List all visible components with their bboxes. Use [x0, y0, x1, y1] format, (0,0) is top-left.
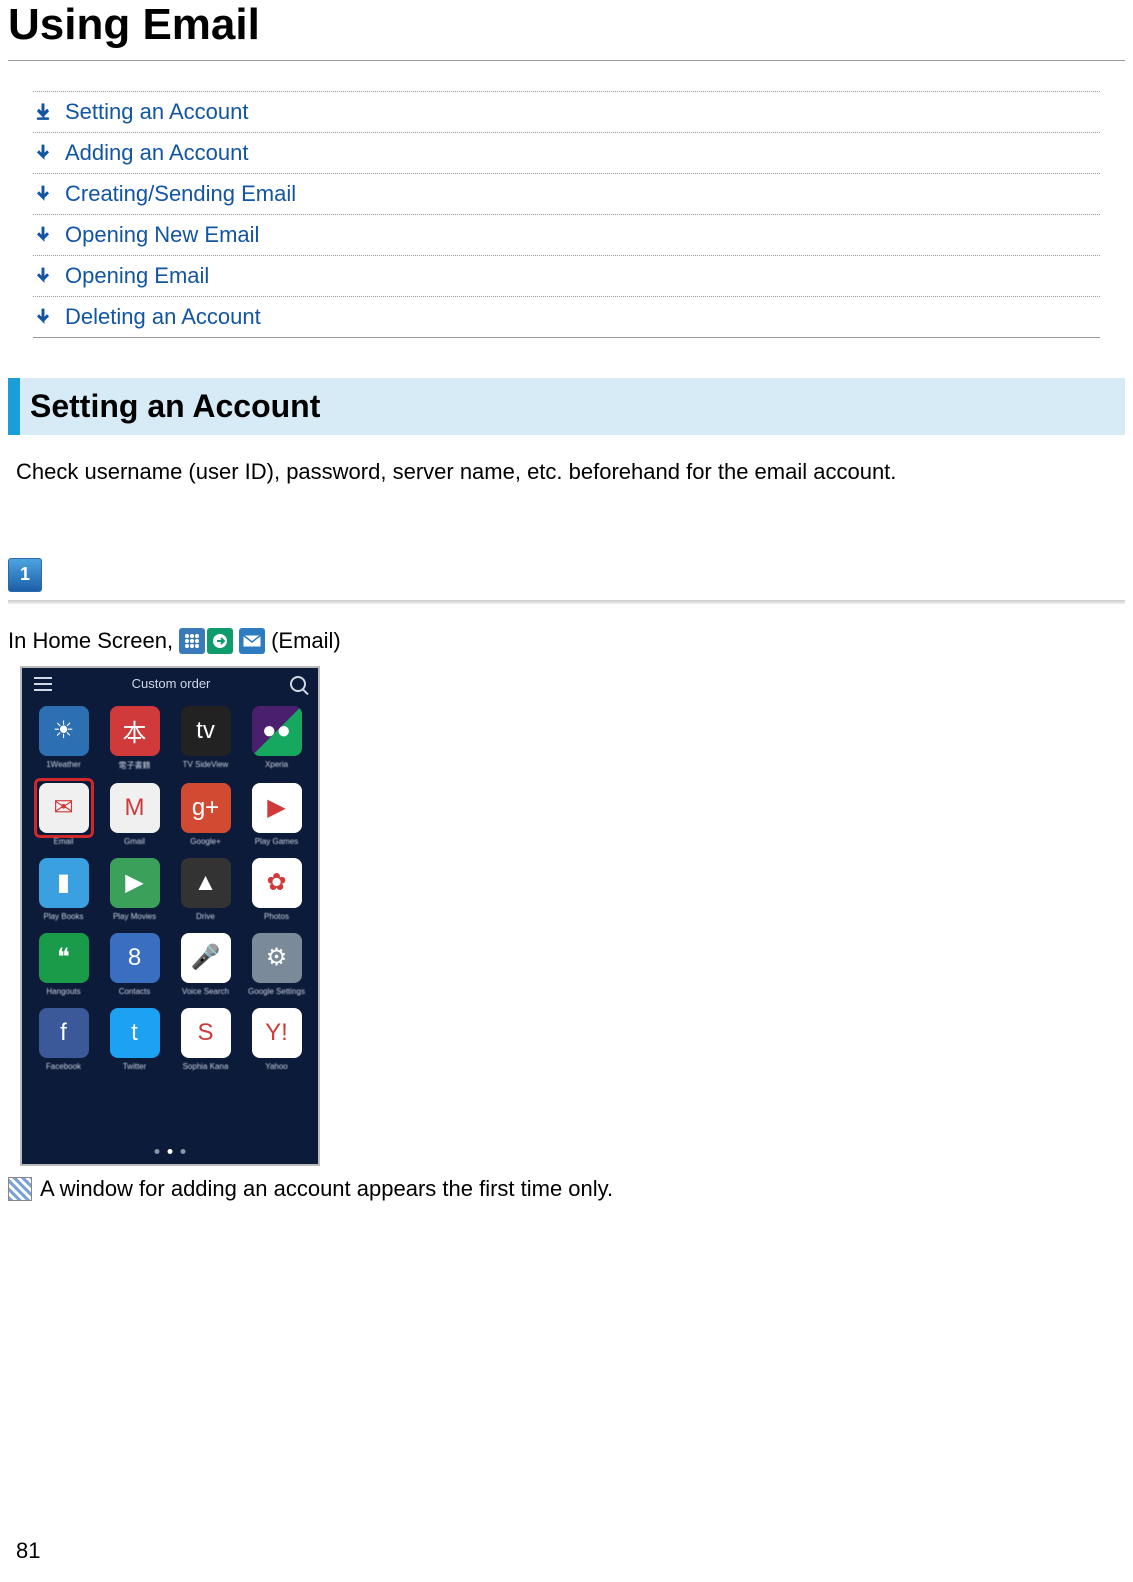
result-icon — [8, 1177, 32, 1201]
hamburger-icon — [34, 677, 52, 691]
toc-label: Setting an Account — [65, 99, 248, 125]
step-1-badge: 1 — [8, 558, 42, 592]
app-icon: MGmail — [103, 783, 166, 846]
search-icon — [290, 676, 306, 692]
title-divider — [8, 60, 1125, 61]
arrow-down-icon — [33, 307, 53, 327]
instruction-prefix: In Home Screen, — [8, 628, 173, 654]
app-icon: tTwitter — [103, 1008, 166, 1071]
screenshot-app-grid: ☀1Weather本電子書籍tvTV SideView●●Xperia ✉Emai… — [22, 700, 318, 1077]
step-divider — [8, 600, 1125, 604]
page-title: Using Email — [8, 0, 1125, 50]
app-icon: 本電子書籍 — [103, 706, 166, 771]
toc-item-adding-account[interactable]: Adding an Account — [33, 132, 1100, 173]
toc-label: Creating/Sending Email — [65, 181, 296, 207]
apps-grid-icon — [179, 628, 205, 654]
arrow-down-icon — [33, 143, 53, 163]
apps-icon-group — [179, 628, 233, 654]
section-intro-text: Check username (user ID), password, serv… — [16, 457, 1117, 488]
app-icon: ❝Hangouts — [32, 933, 95, 996]
arrow-down-icon — [33, 225, 53, 245]
app-icon: ⚙Google Settings — [245, 933, 308, 996]
app-icon: Y!Yahoo — [245, 1008, 308, 1071]
toc-item-deleting-account[interactable]: Deleting an Account — [33, 296, 1100, 337]
toc-label: Opening New Email — [65, 222, 259, 248]
arrow-circle-icon — [207, 628, 233, 654]
step-number: 1 — [20, 564, 30, 585]
instruction-suffix: (Email) — [271, 628, 341, 654]
app-icon: fFacebook — [32, 1008, 95, 1071]
toc-item-setting-account[interactable]: Setting an Account — [33, 91, 1100, 132]
screenshot-top-label: Custom order — [132, 676, 211, 691]
app-icon: SSophia Kana — [174, 1008, 237, 1071]
section-heading-wrap: Setting an Account — [8, 378, 1125, 435]
app-icon: ▲Drive — [174, 858, 237, 921]
app-icon: g+Google+ — [174, 783, 237, 846]
app-icon: ☀1Weather — [32, 706, 95, 771]
toc-item-creating-sending[interactable]: Creating/Sending Email — [33, 173, 1100, 214]
app-icon: ●●Xperia — [245, 706, 308, 771]
toc-label: Opening Email — [65, 263, 209, 289]
app-icon: 🎤Voice Search — [174, 933, 237, 996]
app-icon: tvTV SideView — [174, 706, 237, 771]
app-icon: ▶Play Games — [245, 783, 308, 846]
table-of-contents: Setting an Account Adding an Account Cre… — [33, 91, 1100, 338]
section-heading: Setting an Account — [8, 378, 1125, 435]
screenshot-topbar: Custom order — [22, 668, 318, 700]
page-indicator — [155, 1149, 186, 1154]
toc-label: Deleting an Account — [65, 304, 261, 330]
envelope-icon — [239, 628, 265, 654]
app-icon: 8Contacts — [103, 933, 166, 996]
phone-screenshot: Custom order ☀1Weather本電子書籍tvTV SideView… — [20, 666, 320, 1166]
result-text: A window for adding an account appears t… — [40, 1176, 613, 1202]
app-icon: ✉Email — [32, 783, 95, 846]
step-1-result: A window for adding an account appears t… — [8, 1176, 1125, 1202]
toc-item-opening-new[interactable]: Opening New Email — [33, 214, 1100, 255]
arrow-down-icon — [33, 184, 53, 204]
app-icon: ✿Photos — [245, 858, 308, 921]
app-icon: ▶Play Movies — [103, 858, 166, 921]
page-number: 81 — [16, 1538, 40, 1564]
toc-item-opening-email[interactable]: Opening Email — [33, 255, 1100, 296]
arrow-down-icon — [33, 266, 53, 286]
app-icon: ▮Play Books — [32, 858, 95, 921]
arrow-down-icon — [33, 102, 53, 122]
step-1-instruction: In Home Screen, (Email) — [8, 628, 1125, 654]
toc-label: Adding an Account — [65, 140, 248, 166]
